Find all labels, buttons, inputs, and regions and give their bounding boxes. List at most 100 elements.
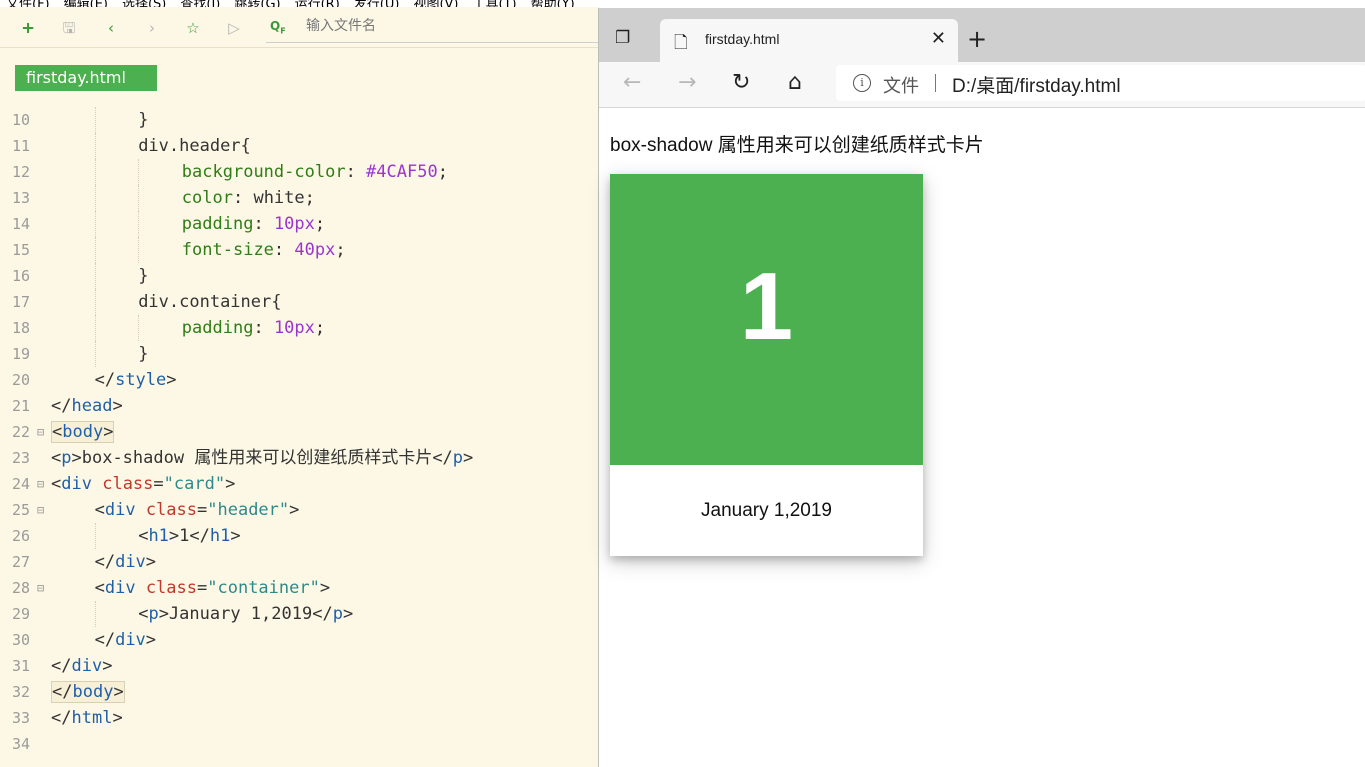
file-search-box[interactable]: QF	[266, 16, 600, 43]
code-line[interactable]: 30 </div>	[0, 627, 600, 653]
code-token: <	[138, 526, 149, 546]
code-text: <h1>1</h1>	[138, 523, 240, 549]
code-text: </style>	[95, 367, 177, 393]
indent-guide	[94, 185, 96, 211]
url-text[interactable]: D:/桌面/firstday.html	[952, 71, 1121, 98]
indent-guide	[138, 159, 140, 185]
line-number: 28	[11, 579, 30, 597]
code-line[interactable]: 21 </head>	[0, 393, 600, 419]
code-line[interactable]: 27 </div>	[0, 549, 600, 575]
new-file-icon[interactable]: ➕︎	[18, 18, 38, 38]
code-area[interactable]: 10} 11 div.header{12 background-color: #4CA…	[0, 107, 600, 757]
indent-guide	[94, 523, 96, 549]
code-line[interactable]: 11 div.header{	[0, 133, 600, 159]
line-number: 26	[11, 527, 30, 545]
menu-item[interactable]: 文件(F)	[6, 0, 50, 7]
forward-icon[interactable]: ›	[142, 18, 162, 38]
code-line[interactable]: 34	[0, 731, 600, 757]
indent-guide	[94, 263, 96, 289]
code-line[interactable]: 26 <h1>1</h1>	[0, 523, 600, 549]
code-line[interactable]: 12 background-color: #4CAF50;	[0, 159, 600, 185]
code-line[interactable]: 13 color: white;	[0, 185, 600, 211]
code-line[interactable]: 29 <p>January 1,2019</p>	[0, 601, 600, 627]
code-text: padding: 10px;	[182, 315, 325, 341]
fold-toggle-icon[interactable]: ⊟	[37, 419, 47, 445]
home-icon[interactable]: ⌂	[788, 70, 802, 95]
code-token: 10px	[273, 214, 315, 234]
code-line[interactable]: 31 </div>	[0, 653, 600, 679]
code-token: div.header{	[138, 136, 251, 156]
code-token: style	[115, 370, 167, 390]
fold-toggle-icon[interactable]: ⊟	[37, 575, 47, 601]
code-token: :	[253, 214, 274, 234]
refresh-icon[interactable]: ↻	[732, 70, 750, 95]
code-line[interactable]: 25 ⊟ <div class="header">	[0, 497, 600, 523]
menu-item[interactable]: 编辑(E)	[64, 0, 108, 7]
code-token: div	[104, 500, 136, 520]
menu-item[interactable]: 发行(U)	[354, 0, 400, 7]
code-token: </	[94, 552, 116, 572]
fold-toggle-icon[interactable]: ⊟	[37, 497, 47, 523]
code-line[interactable]: 18 padding: 10px;	[0, 315, 600, 341]
close-tab-icon[interactable]: ✕	[931, 28, 946, 49]
code-token: p	[148, 604, 159, 624]
code-token: </	[94, 370, 116, 390]
code-token: div.container{	[138, 292, 282, 312]
menu-item[interactable]: 工具(T)	[473, 0, 517, 7]
code-text: div.header{	[138, 133, 251, 159]
menu-item[interactable]: 跳转(G)	[234, 0, 280, 7]
star-icon[interactable]: ☆	[183, 18, 203, 38]
run-icon[interactable]: ▷	[224, 18, 244, 38]
code-line[interactable]: 33 </html>	[0, 705, 600, 731]
back-icon[interactable]: ‹	[101, 18, 121, 38]
code-token: ;	[335, 240, 346, 260]
code-line[interactable]: 22 ⊟ <body>	[0, 419, 600, 445]
file-search-input[interactable]	[306, 18, 586, 34]
tab-actions-icon[interactable]: ❐	[615, 28, 637, 50]
menu-item[interactable]: 视图(V)	[413, 0, 458, 7]
code-token: div	[61, 474, 92, 494]
code-line[interactable]: 17 div.container{	[0, 289, 600, 315]
fold-toggle-icon[interactable]: ⊟	[37, 471, 47, 497]
code-token: >	[103, 422, 114, 442]
editor-menubar: 文件(F) 编辑(E) 选择(S) 查找(I) 跳转(G) 运行(R) 发行(U) 视图(V)…	[0, 0, 1022, 7]
menu-item[interactable]: 查找(I)	[180, 0, 220, 7]
save-icon[interactable]: 🖫︎	[59, 18, 79, 38]
code-token: </	[52, 682, 73, 702]
new-tab-icon[interactable]: +	[967, 25, 987, 53]
info-icon[interactable]: i	[853, 74, 871, 92]
code-line[interactable]: 19}	[0, 341, 600, 367]
indent-guide	[94, 341, 96, 367]
code-text: <div class="card">	[51, 471, 235, 497]
menu-item[interactable]: 运行(R)	[295, 0, 340, 7]
code-token: class	[145, 578, 197, 598]
intro-paragraph: box-shadow 属性用来可以创建纸质样式卡片	[610, 135, 984, 156]
code-token: >box-shadow 属性用来可以创建纸质样式卡片</	[71, 448, 453, 468]
code-line[interactable]: 16}	[0, 263, 600, 289]
code-token: div	[71, 656, 103, 676]
line-number: 34	[11, 735, 30, 753]
editor-file-tab[interactable]: firstday.html	[15, 65, 157, 91]
forward-arrow-icon[interactable]: →	[678, 70, 696, 95]
code-line[interactable]: 20 </style>	[0, 367, 600, 393]
code-line[interactable]: 14 padding: 10px;	[0, 211, 600, 237]
code-line[interactable]: 24 ⊟ <div class="card">	[0, 471, 600, 497]
menu-item[interactable]: 选择(S)	[122, 0, 166, 7]
code-line[interactable]: 32 </body>	[0, 679, 600, 705]
code-line[interactable]: 10}	[0, 107, 600, 133]
code-token: >	[319, 578, 331, 598]
code-token: "header"	[207, 500, 290, 520]
menu-item[interactable]: 帮助(Y)	[531, 0, 575, 7]
code-token: </	[51, 708, 72, 728]
search-icon: QF	[270, 19, 286, 36]
code-token: >	[112, 396, 123, 416]
address-bar[interactable]: i 文件 D:/桌面/firstday.html	[836, 65, 1365, 101]
code-line[interactable]: 23 <p>box-shadow 属性用来可以创建纸质样式卡片</p>	[0, 445, 600, 471]
browser-tab[interactable]: 🗋︎ firstday.html ✕	[660, 19, 958, 62]
code-token: <	[51, 448, 62, 468]
back-arrow-icon[interactable]: ←	[623, 70, 641, 95]
code-line[interactable]: 28 ⊟ <div class="container">	[0, 575, 600, 601]
code-token: ;	[314, 318, 326, 338]
code-line[interactable]: 15 font-size: 40px;	[0, 237, 600, 263]
